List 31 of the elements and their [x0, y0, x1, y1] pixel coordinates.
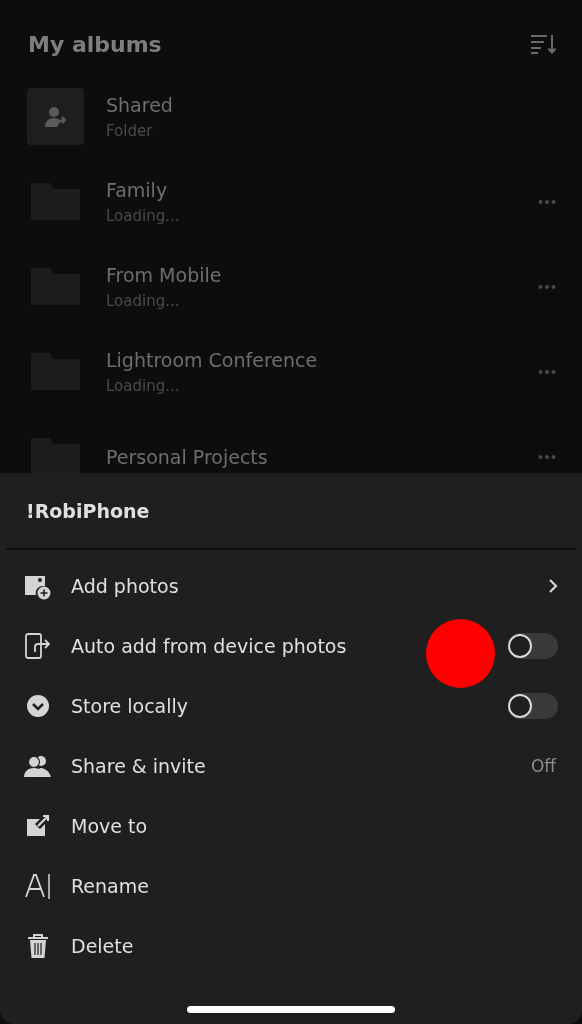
sort-icon[interactable] [530, 34, 556, 54]
more-icon[interactable] [538, 368, 556, 375]
menu-item[interactable]: Auto add from device photos [71, 635, 508, 657]
album-status: Loading... [106, 291, 181, 310]
menu-item[interactable]: Delete [71, 935, 558, 957]
album-name[interactable]: Lightroom Conference [106, 348, 538, 371]
album-status: Loading... [106, 206, 181, 225]
more-icon[interactable] [538, 453, 556, 460]
shared-people-icon [43, 104, 68, 129]
sheet-title: !RobiPhone [25, 499, 151, 524]
album-name[interactable]: From Mobile [106, 263, 538, 286]
menu-item[interactable]: Add photos [71, 575, 548, 597]
menu-item[interactable]: Share & invite [71, 755, 531, 777]
toggle-switch[interactable] [508, 633, 558, 659]
more-icon[interactable] [538, 283, 556, 290]
more-icon[interactable] [538, 198, 556, 205]
menu-item[interactable]: Rename [71, 875, 558, 897]
chevron-right-icon [548, 578, 558, 594]
menu-item[interactable]: Store locally [71, 695, 508, 717]
share-status: Off [530, 756, 556, 776]
album-name[interactable]: Family [106, 178, 538, 201]
chevron-down-circle-icon [24, 692, 52, 720]
phone-export-icon [24, 632, 52, 660]
menu-item[interactable]: Move to [71, 815, 558, 837]
toggle-switch[interactable] [508, 693, 558, 719]
page-title: My albums [28, 31, 162, 57]
album-name[interactable]: Shared [106, 93, 556, 116]
album-status: Folder [106, 121, 154, 140]
text-cursor-icon [24, 872, 52, 900]
album-name[interactable]: Personal Projects [106, 445, 538, 468]
album-status: Loading... [106, 376, 181, 395]
